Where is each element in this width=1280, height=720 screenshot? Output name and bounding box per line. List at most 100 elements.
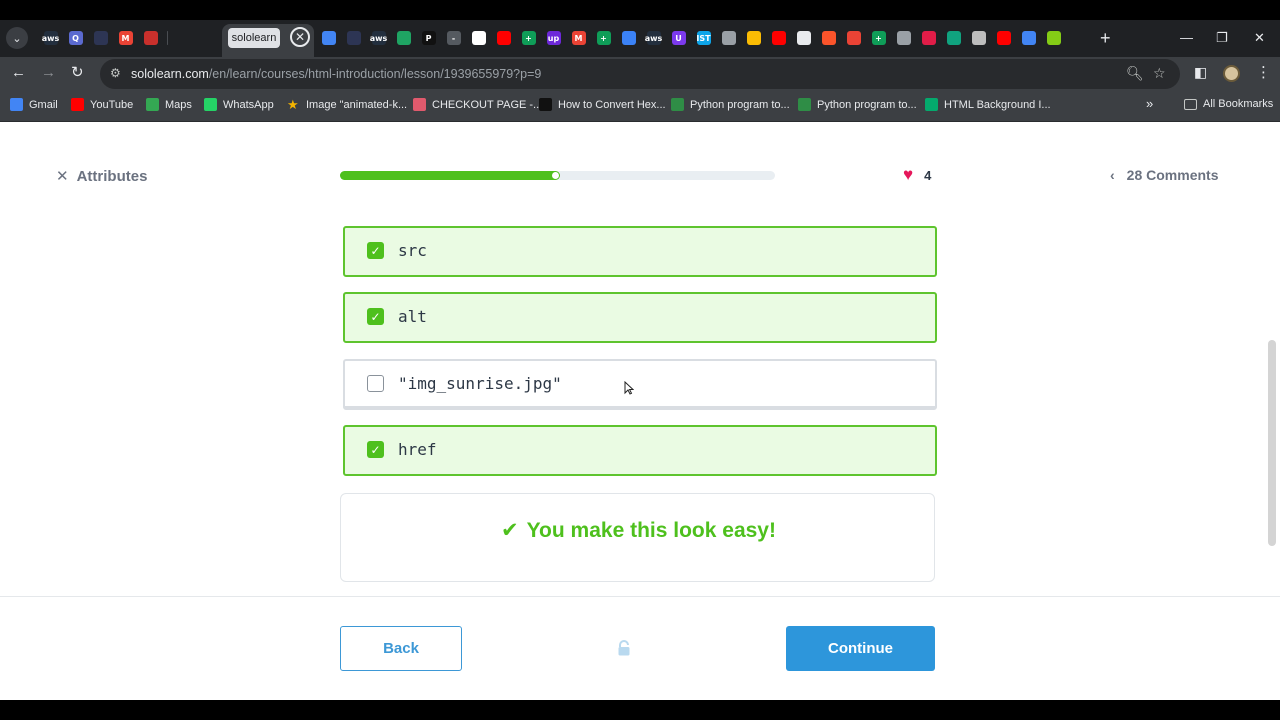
tab-sheets-favicon-icon[interactable]: + xyxy=(871,31,886,45)
tab-gmail-favicon-icon[interactable]: M xyxy=(571,31,586,45)
tab-youtube-favicon-icon[interactable] xyxy=(771,31,786,45)
close-icon: ✕ xyxy=(56,168,69,185)
tab-pen-favicon-icon[interactable] xyxy=(621,31,636,45)
bookmark-item[interactable]: WhatsApp xyxy=(204,98,274,111)
bookmark-item[interactable]: How to Convert Hex... xyxy=(539,98,666,111)
checkbox-checked-icon[interactable]: ✓ xyxy=(367,441,384,458)
feedback-message-row: ✔ You make this look easy! xyxy=(341,518,936,543)
tab-aws-favicon-icon[interactable]: aws xyxy=(370,31,387,45)
tab-upwork-favicon-icon[interactable]: up xyxy=(546,31,561,45)
tab-chrome-color-favicon-icon[interactable] xyxy=(1021,31,1036,45)
back-arrow-icon[interactable]: ← xyxy=(11,63,26,83)
bookmark-label: CHECKOUT PAGE -... xyxy=(432,98,543,111)
bookmark-star-icon[interactable]: ☆ xyxy=(1153,65,1166,82)
answer-option[interactable]: ✓ href xyxy=(343,425,937,476)
reload-icon[interactable]: ↻ xyxy=(71,63,84,83)
bookmark-label: Python program to... xyxy=(817,98,917,111)
tab-globe-favicon-icon[interactable] xyxy=(896,31,911,45)
url-text[interactable]: sololearn.com/en/learn/courses/html-intr… xyxy=(131,67,541,81)
hearts-counter: ♥ 4 xyxy=(903,166,931,184)
tab-robot-favicon-icon[interactable] xyxy=(721,31,736,45)
bookmark-item[interactable]: Maps xyxy=(146,98,192,111)
all-bookmarks[interactable]: All Bookmarks xyxy=(1184,98,1273,110)
continue-button[interactable]: Continue xyxy=(786,626,935,671)
tab-news-favicon-icon[interactable] xyxy=(921,31,936,45)
bookmark-item[interactable]: CHECKOUT PAGE -... xyxy=(413,98,542,111)
bookmark-label: YouTube xyxy=(90,98,134,111)
more-bookmarks-chevron-icon[interactable]: » xyxy=(1146,96,1153,111)
tab-dark-app-favicon-icon[interactable] xyxy=(346,31,361,45)
tab-doc-favicon-icon[interactable] xyxy=(796,31,811,45)
site-info-icon[interactable]: ⚙ xyxy=(110,66,121,80)
alpha-icon xyxy=(539,98,552,111)
tab-drive-favicon-icon[interactable] xyxy=(396,31,411,45)
chevron-left-icon: ‹ xyxy=(1110,167,1115,183)
tab-dark-app-favicon-icon[interactable] xyxy=(93,31,108,45)
answer-option[interactable]: "img_sunrise.jpg" xyxy=(343,359,937,410)
tab-search-chevron-icon[interactable]: ⌄ xyxy=(6,27,28,49)
bookmark-item[interactable]: Python program to... xyxy=(798,98,917,111)
page-scrollbar[interactable] xyxy=(1268,340,1276,546)
back-button[interactable]: Back xyxy=(340,626,462,671)
comments-label: 28 Comments xyxy=(1126,167,1219,183)
tab-hashnode-favicon-icon[interactable] xyxy=(471,31,486,45)
bookmark-item[interactable]: Gmail xyxy=(10,98,58,111)
tab-sheets-favicon-icon[interactable]: + xyxy=(521,31,536,45)
address-bar[interactable]: ⚙ sololearn.com/en/learn/courses/html-in… xyxy=(100,59,1180,89)
tab-chrome-color-favicon-icon[interactable] xyxy=(321,31,336,45)
bookmark-item[interactable]: Python program to... xyxy=(671,98,790,111)
side-panel-icon[interactable]: ◧ xyxy=(1194,64,1207,81)
profile-avatar[interactable] xyxy=(1223,65,1240,82)
forward-arrow-icon[interactable]: → xyxy=(41,63,56,83)
tab-ads-favicon-icon[interactable] xyxy=(746,31,761,45)
gfg-icon xyxy=(798,98,811,111)
youtube-icon xyxy=(71,98,84,111)
gfg-icon xyxy=(671,98,684,111)
window-close-icon[interactable]: ✕ xyxy=(1254,28,1265,48)
all-bookmarks-label: All Bookmarks xyxy=(1203,98,1274,110)
bookmark-item[interactable]: HTML Background I... xyxy=(925,98,1051,111)
tab-aws-favicon-icon[interactable]: aws xyxy=(645,31,662,45)
tab-quiz-favicon-icon[interactable]: Q xyxy=(68,31,83,45)
browser-menu-icon[interactable]: ⋮ xyxy=(1256,63,1271,81)
tab-chatgpt-favicon-icon[interactable] xyxy=(946,31,961,45)
bookmark-item[interactable]: YouTube xyxy=(71,98,133,111)
tab-emblem-favicon-icon[interactable] xyxy=(971,31,986,45)
checkbox-checked-icon[interactable]: ✓ xyxy=(367,308,384,325)
tab-aws-favicon-icon[interactable]: aws xyxy=(42,31,59,45)
maximize-icon[interactable]: ❐ xyxy=(1216,28,1228,48)
tab-ist-favicon-icon[interactable]: IST xyxy=(696,31,711,45)
close-tab-icon[interactable]: ✕ xyxy=(290,27,310,47)
bottom-letterbox xyxy=(0,700,1280,720)
active-tab-title[interactable]: sololearn xyxy=(228,28,280,48)
lesson-progress-knob xyxy=(552,172,559,179)
tab-dash-favicon-icon[interactable]: - xyxy=(446,31,461,45)
answer-option[interactable]: ✓ alt xyxy=(343,292,937,343)
tab-sheets-favicon-icon[interactable]: + xyxy=(596,31,611,45)
tab-youtube-favicon-icon[interactable] xyxy=(496,31,511,45)
comments-button[interactable]: ‹ 28 Comments xyxy=(1110,167,1218,183)
mouse-cursor-icon xyxy=(624,381,634,395)
tab-notion-favicon-icon[interactable]: P xyxy=(421,31,436,45)
checkout-icon xyxy=(413,98,426,111)
tab-brave-favicon-icon[interactable] xyxy=(821,31,836,45)
close-lesson-button[interactable]: ✕ Attributes xyxy=(56,167,147,186)
minimize-icon[interactable]: — xyxy=(1180,28,1193,48)
lesson-page: ✕ Attributes ♥ 4 ‹ 28 Comments ✓ src ✓ alt "… xyxy=(0,122,1280,700)
tab-youtube-favicon-icon[interactable] xyxy=(996,31,1011,45)
lesson-progress-bar xyxy=(340,171,775,180)
tab-news-favicon-icon[interactable] xyxy=(143,31,158,45)
bookmark-item[interactable]: ★ Image "animated-k... xyxy=(287,98,407,111)
zoom-icon[interactable]: 🔍︎ xyxy=(1126,65,1144,82)
new-tab-icon[interactable]: + xyxy=(1100,28,1111,48)
bookmark-label: Python program to... xyxy=(690,98,790,111)
tab-green-app-favicon-icon[interactable] xyxy=(1046,31,1061,45)
checkbox-unchecked-icon[interactable] xyxy=(367,375,384,392)
bookmark-label: Gmail xyxy=(29,98,58,111)
checkbox-checked-icon[interactable]: ✓ xyxy=(367,242,384,259)
bookmark-label: Image "animated-k... xyxy=(306,98,408,111)
tab-shield-favicon-icon[interactable]: U xyxy=(671,31,686,45)
tab-maps-favicon-icon[interactable] xyxy=(846,31,861,45)
answer-option[interactable]: ✓ src xyxy=(343,226,937,277)
tab-gmail-favicon-icon[interactable]: M xyxy=(118,31,133,45)
